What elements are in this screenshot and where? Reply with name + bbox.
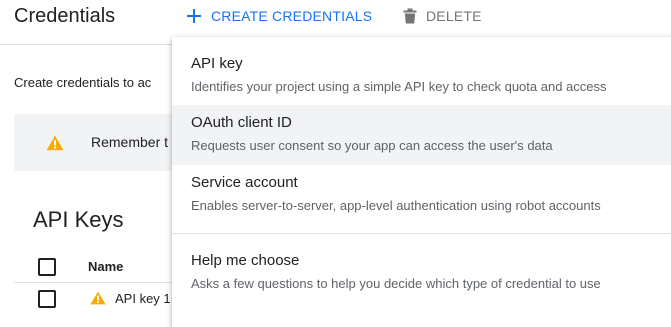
menu-item-oauth-client-id[interactable]: OAuth client ID Requests user consent so… bbox=[172, 105, 671, 165]
select-all-checkbox[interactable] bbox=[38, 258, 56, 276]
row-checkbox[interactable] bbox=[38, 290, 56, 308]
warning-icon bbox=[90, 291, 106, 305]
menu-item-description: Identifies your project using a simple A… bbox=[191, 79, 607, 94]
menu-item-service-account[interactable]: Service account Enables server-to-server… bbox=[172, 165, 671, 225]
intro-text: Create credentials to ac bbox=[14, 75, 152, 90]
api-keys-title: API Keys bbox=[33, 207, 124, 232]
notice-text: Remember t bbox=[91, 134, 169, 150]
menu-item-help-me-choose[interactable]: Help me choose Asks a few questions to h… bbox=[172, 243, 671, 303]
menu-item-title: API key bbox=[191, 55, 243, 72]
trash-icon bbox=[403, 8, 417, 24]
column-header-name[interactable]: Name bbox=[88, 259, 123, 274]
menu-item-title: OAuth client ID bbox=[191, 114, 292, 131]
create-credentials-menu: API key Identifies your project using a … bbox=[172, 37, 671, 327]
menu-item-description: Asks a few questions to help you decide … bbox=[191, 276, 601, 291]
create-credentials-label: CREATE CREDENTIALS bbox=[211, 8, 373, 24]
menu-item-title: Help me choose bbox=[191, 252, 300, 269]
menu-divider bbox=[172, 233, 671, 234]
page-title: Credentials bbox=[14, 5, 116, 27]
menu-item-description: Requests user consent so your app can ac… bbox=[191, 138, 553, 153]
api-key-name-link[interactable]: API key 1 bbox=[115, 291, 171, 306]
warning-icon bbox=[46, 135, 64, 151]
menu-item-title: Service account bbox=[191, 174, 298, 191]
plus-icon bbox=[186, 8, 202, 24]
delete-label: DELETE bbox=[426, 8, 482, 24]
delete-button[interactable]: DELETE bbox=[403, 4, 482, 28]
menu-item-description: Enables server-to-server, app-level auth… bbox=[191, 198, 601, 213]
create-credentials-button[interactable]: CREATE CREDENTIALS bbox=[186, 4, 372, 28]
menu-item-api-key[interactable]: API key Identifies your project using a … bbox=[172, 45, 671, 105]
